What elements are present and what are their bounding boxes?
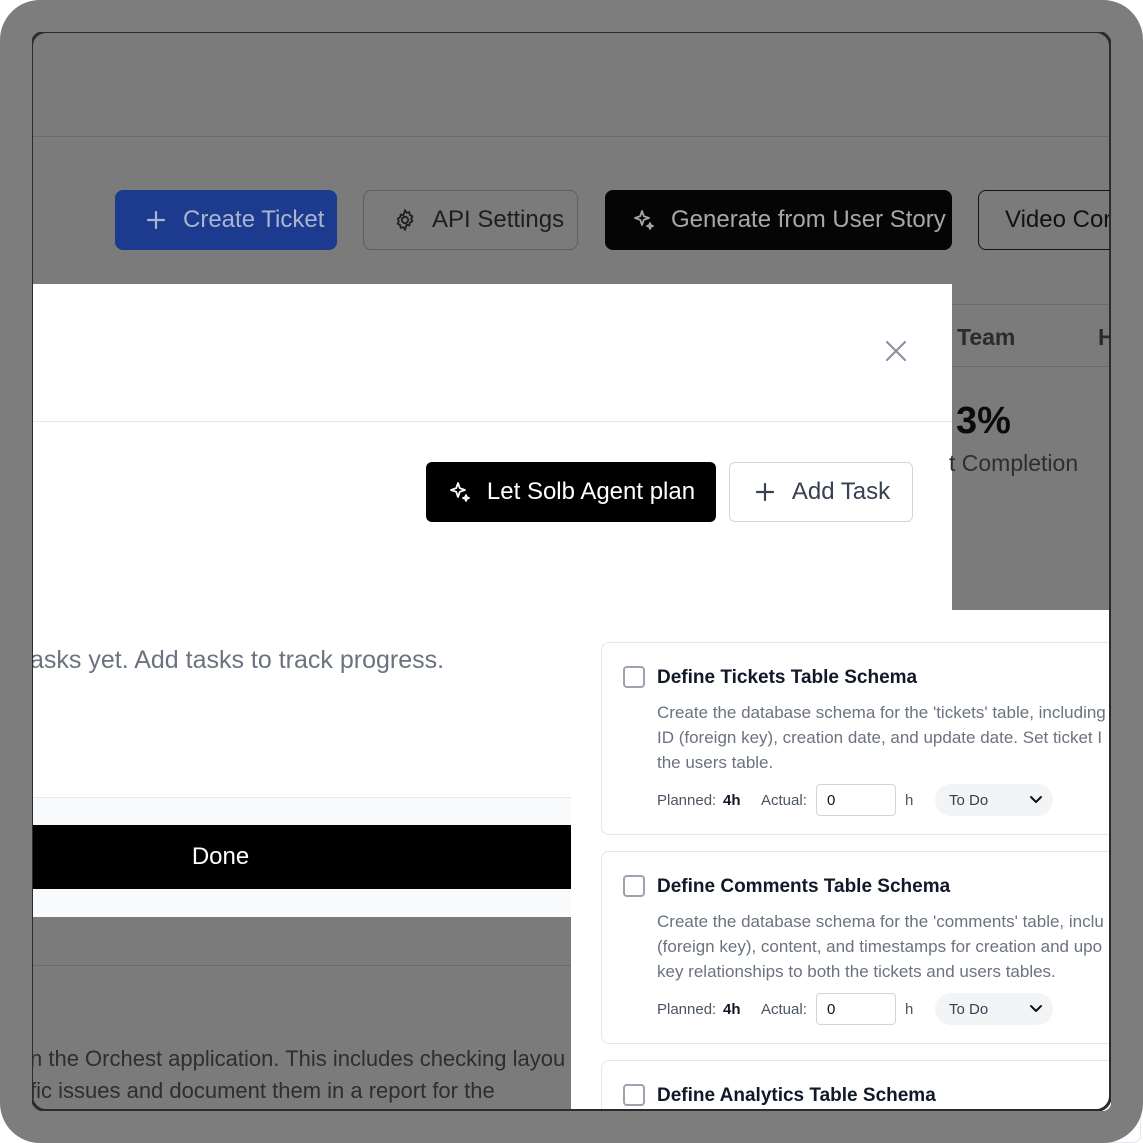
task-card: Define Analytics Table Schema [601, 1060, 1141, 1143]
generate-user-story-button[interactable]: Generate from User Story [605, 190, 952, 250]
table-header-divider [952, 366, 1112, 367]
add-task-label: Add Task [791, 478, 891, 505]
chevron-down-icon [1029, 790, 1043, 814]
status-select[interactable]: To Do [935, 993, 1053, 1025]
planned-label: Planned: [657, 1001, 717, 1018]
status-value: To Do [949, 791, 989, 809]
plus-icon [143, 209, 169, 231]
status-select[interactable]: To Do [935, 784, 1053, 816]
next-column-header: H [1098, 324, 1115, 350]
done-label: Done [191, 843, 250, 870]
generate-label: Generate from User Story [671, 206, 946, 233]
create-ticket-label: Create Ticket [183, 206, 325, 233]
sparkles-icon [631, 208, 657, 232]
task-checkbox[interactable] [623, 1084, 645, 1106]
actual-hours-input[interactable]: 0 [816, 784, 896, 816]
modal-header-divider [30, 421, 952, 422]
actual-hours-value: 0 [827, 1000, 836, 1018]
status-value: To Do [949, 1000, 989, 1018]
add-task-button[interactable]: Add Task [729, 462, 913, 522]
hours-unit: h [905, 1001, 914, 1018]
actual-label: Actual: [761, 792, 807, 809]
plus-icon [752, 481, 778, 503]
actual-hours-input[interactable]: 0 [816, 993, 896, 1025]
team-column-header: Team [957, 324, 1016, 350]
planned-value: 4h [723, 792, 741, 809]
task-checkbox[interactable] [623, 666, 645, 688]
header-divider [30, 136, 1112, 137]
completion-caption: t Completion [949, 450, 1079, 476]
task-description-line: Create the database schema for the 'comm… [657, 912, 1104, 931]
task-description: Create the database schema for the 'comm… [657, 909, 1104, 984]
empty-tasks-message: asks yet. Add tasks to track progress. [30, 646, 445, 674]
actual-label: Actual: [761, 1001, 807, 1018]
api-settings-button[interactable]: API Settings [363, 190, 578, 250]
task-card: Define Comments Table Schema Create the … [601, 851, 1141, 1044]
task-checkbox[interactable] [623, 875, 645, 897]
task-title: Define Tickets Table Schema [657, 667, 918, 688]
close-icon[interactable] [880, 336, 912, 368]
table-top-divider [952, 304, 1112, 305]
planned-value: 4h [723, 1001, 741, 1018]
task-title: Define Comments Table Schema [657, 876, 951, 897]
actual-hours-value: 0 [827, 791, 836, 809]
chevron-down-icon [1029, 999, 1043, 1023]
bottom-divider [30, 965, 571, 966]
task-description-line: the users table. [657, 753, 774, 772]
video-label: Video Con [1005, 206, 1117, 233]
task-description-line: Create the database schema for the 'tick… [657, 703, 1106, 722]
api-settings-label: API Settings [432, 206, 565, 233]
agent-plan-label: Let Solb Agent plan [486, 478, 696, 505]
task-card: Define Tickets Table Schema Create the d… [601, 642, 1141, 835]
task-description: Create the database schema for the 'tick… [657, 700, 1106, 775]
agent-plan-button[interactable]: Let Solb Agent plan [426, 462, 716, 522]
hours-unit: h [905, 792, 914, 809]
task-description-line: (foreign key), content, and timestamps f… [657, 937, 1103, 956]
task-description-line: key relationships to both the tickets an… [657, 962, 1056, 981]
completion-percent: 3% [956, 400, 1011, 442]
video-button[interactable]: Video Con [978, 190, 1138, 250]
background-description-line1: n the Orchest application. This includes… [30, 1046, 566, 1071]
done-button[interactable]: Done [30, 825, 571, 889]
task-description-line: ID (foreign key), creation date, and upd… [657, 728, 1103, 747]
gear-icon [392, 208, 418, 232]
create-ticket-button[interactable]: Create Ticket [115, 190, 337, 250]
sparkles-icon [447, 480, 473, 504]
background-description-line2: fic issues and document them in a report… [30, 1078, 495, 1103]
task-title: Define Analytics Table Schema [657, 1085, 936, 1106]
planned-label: Planned: [657, 792, 717, 809]
